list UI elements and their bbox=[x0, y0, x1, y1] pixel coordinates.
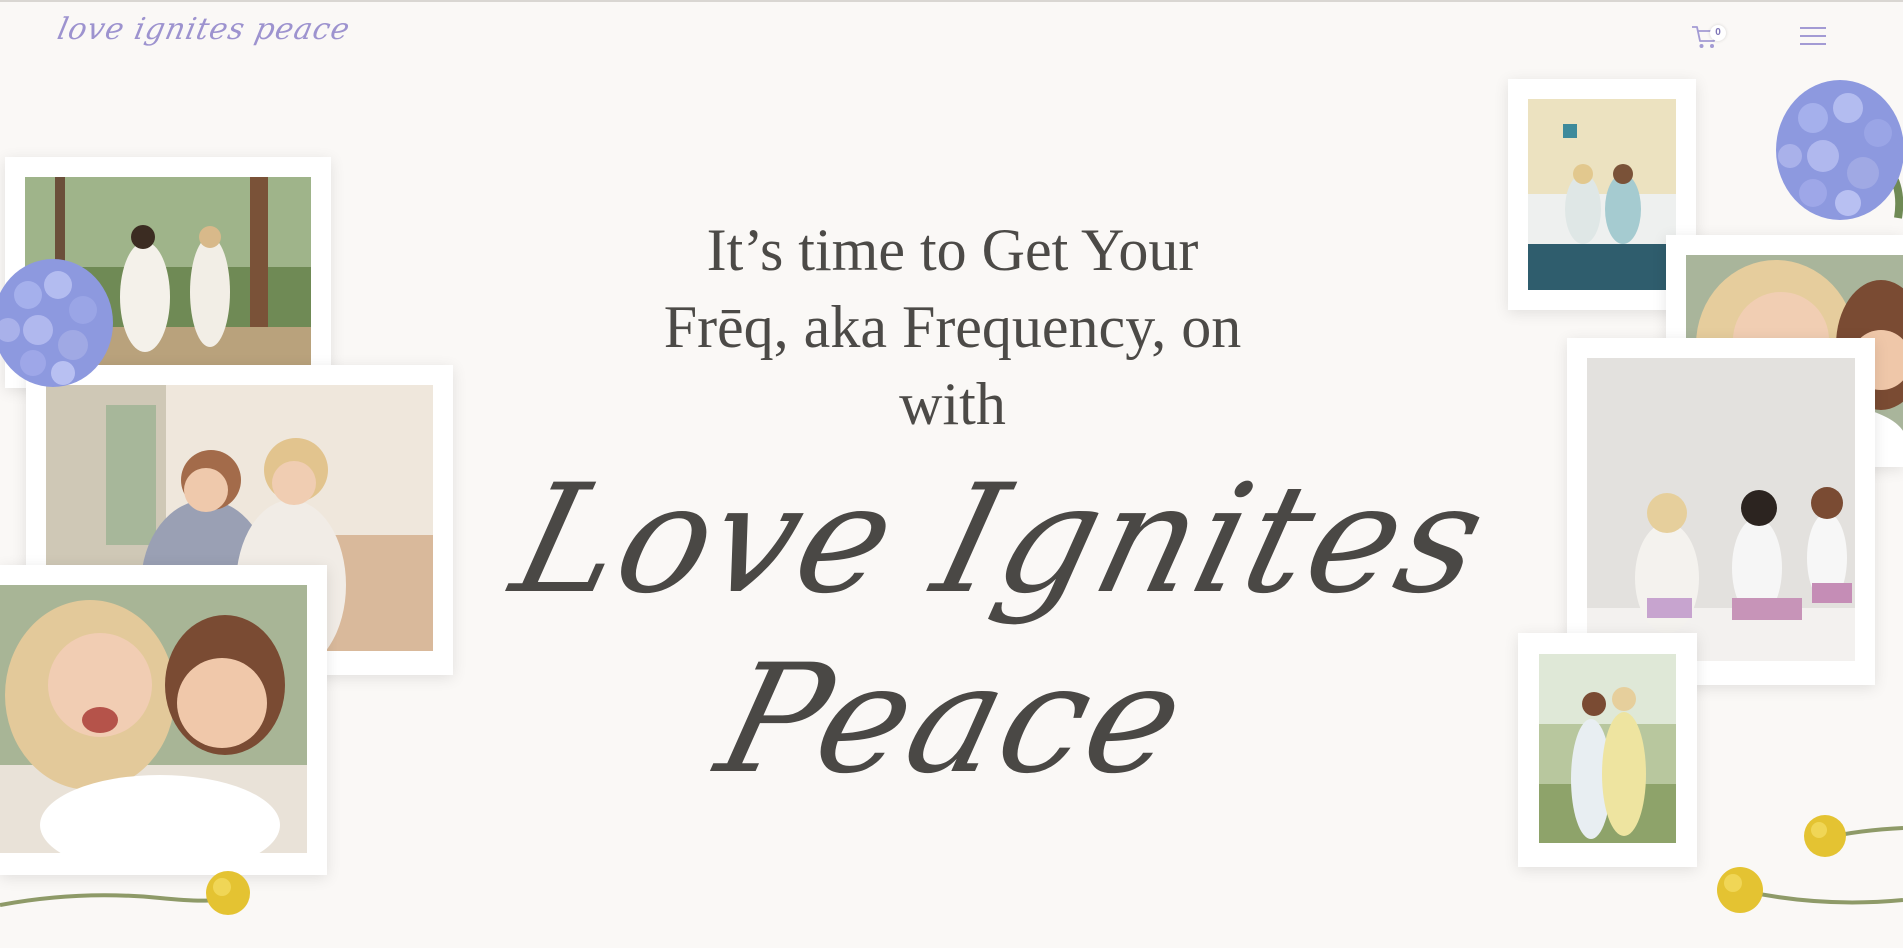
headline-line-2: Frēq, aka Frequency, on bbox=[663, 294, 1242, 360]
headline-line-1: It’s time to Get Your bbox=[706, 217, 1199, 283]
photo-standing-pair bbox=[1518, 633, 1697, 867]
headline-line-3: with bbox=[899, 371, 1006, 437]
site-logo[interactable]: love ignites peace bbox=[54, 12, 353, 47]
hydrangea-left-decoration bbox=[0, 255, 118, 390]
hero-script-title-line-2: Peace bbox=[703, 633, 1202, 807]
cart-count-badge: 0 bbox=[1710, 25, 1726, 41]
yellow-flower-left-decoration bbox=[0, 860, 260, 930]
hydrangea-right-decoration bbox=[1768, 78, 1903, 226]
top-border bbox=[0, 0, 1903, 2]
hamburger-menu-icon[interactable] bbox=[1800, 25, 1828, 47]
hero-headline: It’s time to Get Your Frēq, aka Frequenc… bbox=[570, 212, 1335, 443]
yellow-flowers-right-decoration bbox=[1710, 800, 1903, 930]
hero-script-title-line-1: Love Ignites bbox=[498, 453, 1503, 627]
photo-laughing-duo bbox=[0, 565, 327, 875]
